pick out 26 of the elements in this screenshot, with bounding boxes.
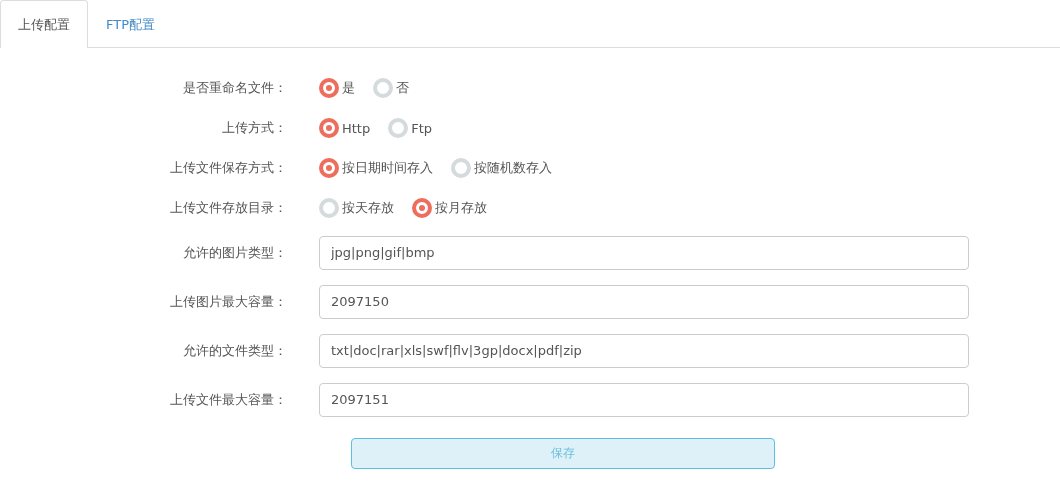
input-field[interactable]: txt|doc|rar|xls|swf|flv|3gp|docx|pdf|zip [319,333,969,368]
radio-label[interactable]: 是 [342,79,355,97]
input-field[interactable]: 2097151 [319,382,969,417]
field-label: 上传文件存放目录： [169,199,288,217]
input-field[interactable]: jpg|png|gif|bmp [319,235,969,270]
radio-label[interactable]: 否 [396,79,409,97]
field-label: 上传文件保存方式： [169,159,288,177]
radio-label[interactable]: 按天存放 [342,199,394,217]
field-label: 上传文件最大容量： [169,390,288,409]
radio-button[interactable] [319,78,339,98]
radio-label[interactable]: 按日期时间存入 [342,159,433,177]
input-field[interactable]: 2097150 [319,284,969,319]
radio-button[interactable] [412,198,432,218]
field-label: 是否重命名文件： [182,79,288,97]
radio-button[interactable] [319,158,339,178]
field-label: 上传方式： [221,119,288,137]
tab[interactable]: FTP配置 [88,0,174,48]
radio-label[interactable]: 按随机数存入 [474,159,552,177]
radio-label[interactable]: Http [342,120,371,136]
radio-button[interactable] [319,118,339,138]
field-label: 允许的图片类型： [182,243,288,262]
radio-label[interactable]: 按月存放 [435,199,487,217]
field-label: 上传图片最大容量： [169,292,288,311]
tab[interactable]: 上传配置 [0,0,88,48]
radio-label[interactable]: Ftp [411,120,433,136]
field-label: 允许的文件类型： [182,341,288,360]
